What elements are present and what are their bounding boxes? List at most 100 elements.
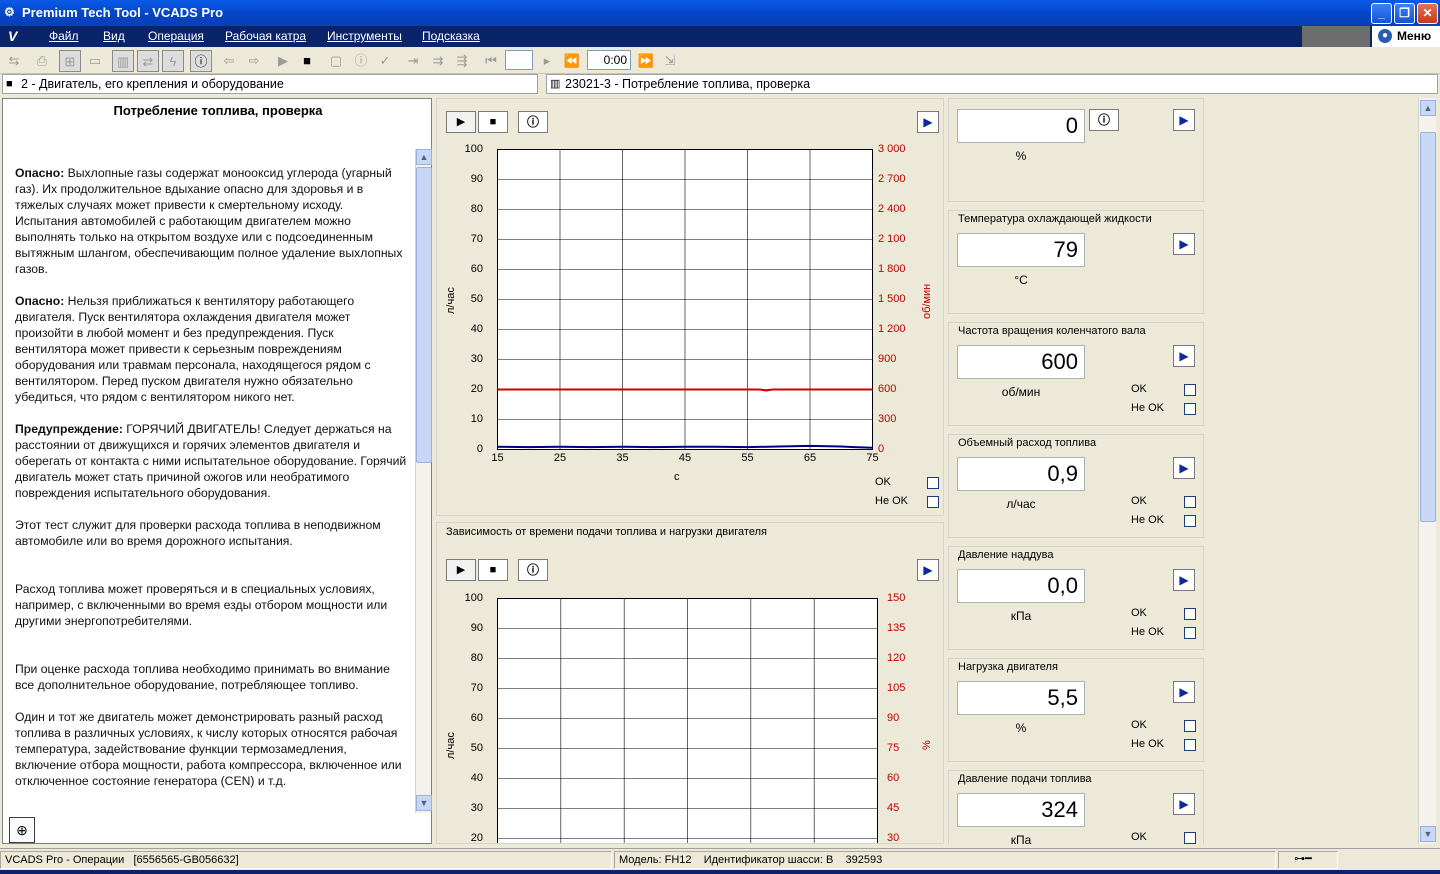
chart1-play-button[interactable]: ▶ xyxy=(446,111,476,133)
gauge-ok-checkbox[interactable] xyxy=(1184,608,1196,620)
frame-input[interactable] xyxy=(505,50,533,70)
gauge-ok-checkbox[interactable] xyxy=(1184,832,1196,844)
chart2-play-button[interactable]: ▶ xyxy=(446,559,476,581)
gauge-expand-button[interactable]: ▶ xyxy=(1173,793,1195,815)
close-button[interactable]: ✕ xyxy=(1417,3,1438,24)
chart1-not-ok-checkbox[interactable] xyxy=(927,496,939,508)
menu-view[interactable]: Вид xyxy=(103,29,125,43)
document-icon[interactable]: ▭ xyxy=(84,50,106,72)
swap-icon[interactable]: ⇄ xyxy=(137,50,159,72)
menu-help[interactable]: Подсказка xyxy=(422,29,480,43)
status-app-name: VCADS Pro - Операции xyxy=(5,854,125,866)
gauge-expand-button[interactable]: ▶ xyxy=(1173,457,1195,479)
frame-icon[interactable]: ▢ xyxy=(325,50,347,72)
chart2-expand-button[interactable]: ▶ xyxy=(917,559,939,581)
chart-icon[interactable]: ▥ xyxy=(112,50,134,72)
instruction-paragraph: При оценке расхода топлива необходимо пр… xyxy=(15,661,407,693)
gauge-info-button[interactable]: ⓘ xyxy=(1089,109,1119,131)
chart1-right-tick: 1 200 xyxy=(878,322,906,335)
gauge-expand-button[interactable]: ▶ xyxy=(1173,569,1195,591)
chart2-left-tick: 70 xyxy=(470,681,483,694)
play-icon[interactable]: ▶ xyxy=(272,50,294,72)
window-title: Premium Tech Tool - VCADS Pro xyxy=(22,5,224,20)
main-scroll-up-icon[interactable]: ▲ xyxy=(1420,100,1436,116)
check-icon[interactable]: ✓ xyxy=(374,50,396,72)
lightning-icon[interactable]: ϟ xyxy=(162,50,184,72)
menu-file[interactable]: Файл xyxy=(49,29,79,43)
chart2-right-tick: 45 xyxy=(887,801,900,814)
stop-icon[interactable]: ■ xyxy=(296,50,318,72)
minimize-button[interactable]: _ xyxy=(1371,3,1392,24)
menu-tools[interactable]: Инструменты xyxy=(327,29,402,43)
chart1-expand-button[interactable]: ▶ xyxy=(917,111,939,133)
chart2-left-tick: 100 xyxy=(464,591,483,604)
chart1-xlabel: с xyxy=(674,471,680,483)
fast-forward-icon[interactable]: ⏩ xyxy=(635,50,657,72)
gauge-expand-button[interactable]: ▶ xyxy=(1173,233,1195,255)
print-icon[interactable]: ⎙ xyxy=(31,50,53,72)
export-icon[interactable]: ⇲ xyxy=(659,50,681,72)
zoom-icon[interactable]: ⊕ xyxy=(9,817,35,843)
gauge-not-ok-checkbox[interactable] xyxy=(1184,739,1196,751)
instruction-scrollbar[interactable]: ▲ ▼ xyxy=(415,149,432,813)
gauge-card: Давление подачи топлива324кПа▶OKНе OK xyxy=(948,770,1204,844)
chart2-stop-button[interactable]: ■ xyxy=(478,559,508,581)
gauge-ok-checkbox[interactable] xyxy=(1184,384,1196,396)
chart1-ok-label: OK xyxy=(875,476,891,488)
gauge-title: Давление подачи топлива xyxy=(958,773,1092,785)
time-input[interactable]: 0:00 xyxy=(587,50,631,70)
gauge-expand-button[interactable]: ▶ xyxy=(1173,681,1195,703)
toolbar: ⇆ ⎙ ⊞ ▭ ▥ ⇄ ϟ ⓘ ⇦ ⇨ ▶ ■ ▢ ⓘ ✓ ⇥ ⇉ ⇶ ⏮ ▸ … xyxy=(0,47,1440,74)
main-scrollbar[interactable]: ▲ ▼ xyxy=(1418,98,1436,844)
chart1-info-button[interactable]: ⓘ xyxy=(518,111,548,133)
step-3-icon[interactable]: ⇶ xyxy=(451,50,473,72)
title-bar: ⚙ Premium Tech Tool - VCADS Pro _ ❐ ✕ xyxy=(0,0,1440,26)
chart2-left-tick: 30 xyxy=(470,801,483,814)
chart-bars-icon: ▥ xyxy=(550,78,561,90)
gauge-title: Давление наддува xyxy=(958,549,1054,561)
chart1-left-tick: 20 xyxy=(470,382,483,395)
info-icon[interactable]: ⓘ xyxy=(190,50,212,72)
rewind-icon[interactable]: ⏪ xyxy=(561,50,583,72)
chart1-ok-checkbox[interactable] xyxy=(927,477,939,489)
gauge-ok-checkbox[interactable] xyxy=(1184,720,1196,732)
chart2-left-tick: 20 xyxy=(470,831,483,844)
chart2-info-button[interactable]: ⓘ xyxy=(518,559,548,581)
gauge-expand-button[interactable]: ▶ xyxy=(1173,109,1195,131)
gauge-ok-checkbox[interactable] xyxy=(1184,496,1196,508)
tree-icon[interactable]: ⊞ xyxy=(59,50,81,72)
scroll-down-icon[interactable]: ▼ xyxy=(416,795,432,811)
menu-workcard[interactable]: Рабочая катра xyxy=(225,29,306,43)
scroll-thumb[interactable] xyxy=(416,167,432,463)
forward-arrow-icon[interactable]: ⇨ xyxy=(243,50,265,72)
next-icon[interactable]: ▸ xyxy=(536,50,558,72)
status-chassis: Идентификатор шасси: B 392593 xyxy=(703,854,883,866)
main-scroll-down-icon[interactable]: ▼ xyxy=(1420,826,1436,842)
maximize-button[interactable]: ❐ xyxy=(1394,3,1415,24)
scroll-up-icon[interactable]: ▲ xyxy=(416,149,432,165)
first-icon[interactable]: ⏮ xyxy=(480,50,502,72)
paragraph-text: Этот тест служит для проверки расхода то… xyxy=(15,518,381,548)
menu-bar: V Файл Вид Операция Рабочая катра Инстру… xyxy=(0,26,1440,47)
breadcrumb-section[interactable]: ■ 2 - Двигатель, его крепления и оборудо… xyxy=(2,74,538,94)
chart1-stop-button[interactable]: ■ xyxy=(478,111,508,133)
gauge-not-ok-checkbox[interactable] xyxy=(1184,403,1196,415)
breadcrumb-operation[interactable]: ▥ 23021-3 - Потребление топлива, проверк… xyxy=(546,74,1438,94)
step-1-icon[interactable]: ⇥ xyxy=(402,50,424,72)
menu-operation[interactable]: Операция xyxy=(148,29,204,43)
step-2-icon[interactable]: ⇉ xyxy=(427,50,449,72)
hint-icon[interactable]: ⓘ xyxy=(350,50,372,72)
paragraph-text: Нельзя приближаться к вентилятору работа… xyxy=(15,294,371,404)
chart1-left-tick: 10 xyxy=(470,412,483,425)
gauge-not-ok-checkbox[interactable] xyxy=(1184,627,1196,639)
gauge-expand-button[interactable]: ▶ xyxy=(1173,345,1195,367)
paragraph-label: Опасно: xyxy=(15,166,65,180)
main-menu-button[interactable]: ● Меню xyxy=(1372,26,1440,47)
move-icon[interactable]: ⇆ xyxy=(3,50,25,72)
chart1-right-tick: 600 xyxy=(878,382,897,395)
chart1-ylabel: л/час xyxy=(445,287,457,314)
gauge-value: 79 xyxy=(957,233,1085,267)
gauge-not-ok-checkbox[interactable] xyxy=(1184,515,1196,527)
back-arrow-icon[interactable]: ⇦ xyxy=(218,50,240,72)
main-scroll-thumb[interactable] xyxy=(1420,132,1436,522)
